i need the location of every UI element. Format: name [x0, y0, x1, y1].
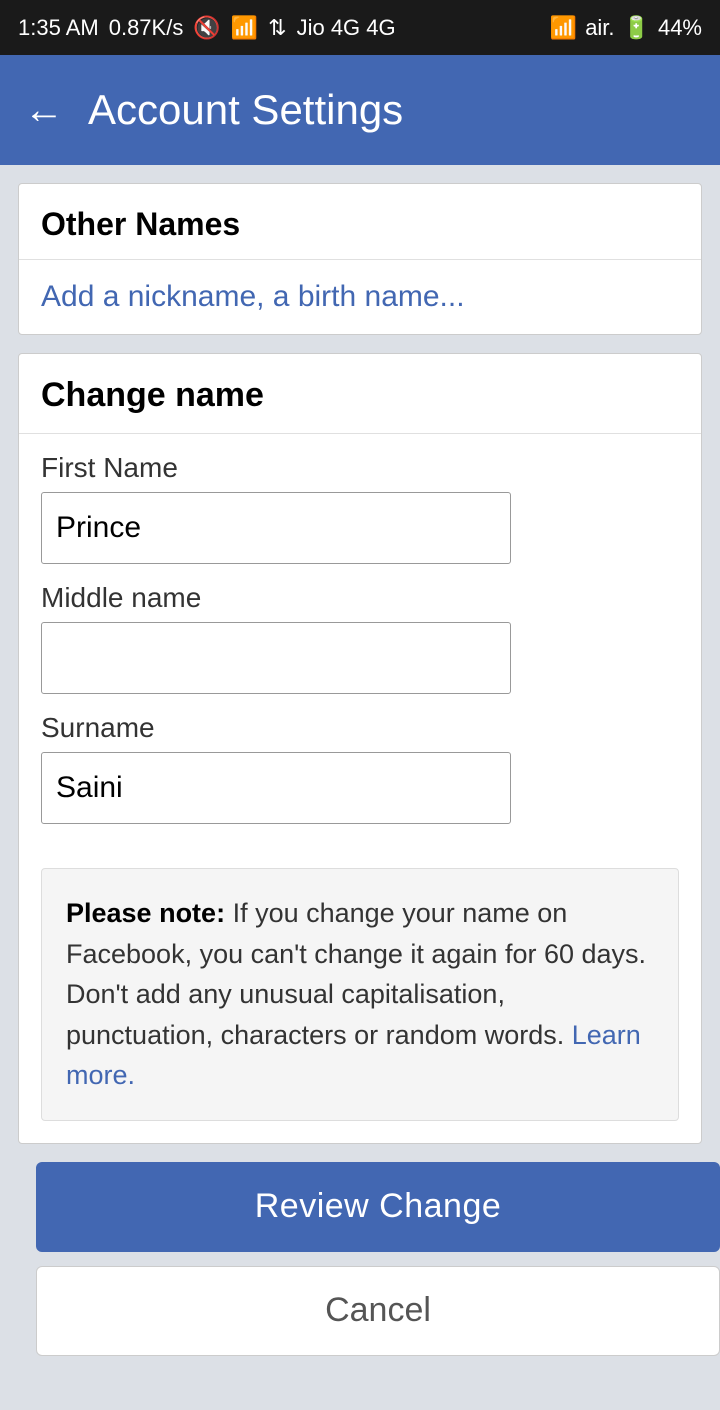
wifi-icon: 📶: [231, 15, 258, 41]
battery-level: 44%: [658, 15, 702, 41]
form-section: First Name Middle name Surname: [19, 434, 701, 860]
first-name-input[interactable]: [41, 492, 511, 564]
add-nickname-link[interactable]: Add a nickname, a birth name...: [19, 260, 701, 334]
surname-input[interactable]: [41, 752, 511, 824]
status-left: 1:35 AM 0.87K/s 🔇 📶 ⇅ Jio 4G 4G: [18, 15, 396, 41]
status-right: 📶 air. 🔋 44%: [550, 15, 702, 41]
note-box: Please note: If you change your name on …: [41, 868, 679, 1121]
data-icon: ⇅: [268, 15, 286, 41]
carrier2: air.: [585, 15, 614, 41]
other-names-heading: Other Names: [19, 184, 701, 260]
page-title: Account Settings: [88, 86, 403, 134]
surname-label: Surname: [41, 712, 679, 744]
network-speed: 0.87K/s: [109, 15, 184, 41]
battery-icon: 🔋: [623, 15, 650, 41]
other-names-card: Other Names Add a nickname, a birth name…: [18, 183, 702, 335]
review-change-button[interactable]: Review Change: [36, 1162, 720, 1252]
middle-name-label: Middle name: [41, 582, 679, 614]
change-name-card: Change name First Name Middle name Surna…: [18, 353, 702, 1144]
status-bar: 1:35 AM 0.87K/s 🔇 📶 ⇅ Jio 4G 4G 📶 air. 🔋…: [0, 0, 720, 55]
middle-name-input[interactable]: [41, 622, 511, 694]
mute-icon: 🔇: [193, 15, 220, 41]
first-name-label: First Name: [41, 452, 679, 484]
change-name-heading: Change name: [19, 354, 701, 434]
back-button[interactable]: ←: [24, 90, 64, 130]
cancel-button[interactable]: Cancel: [36, 1266, 720, 1356]
app-bar: ← Account Settings: [0, 55, 720, 165]
note-bold: Please note:: [66, 898, 225, 928]
content-area: Other Names Add a nickname, a birth name…: [0, 165, 720, 1410]
signal-icon: 📶: [550, 15, 577, 41]
carrier1: Jio 4G 4G: [297, 15, 396, 41]
time: 1:35 AM: [18, 15, 99, 41]
